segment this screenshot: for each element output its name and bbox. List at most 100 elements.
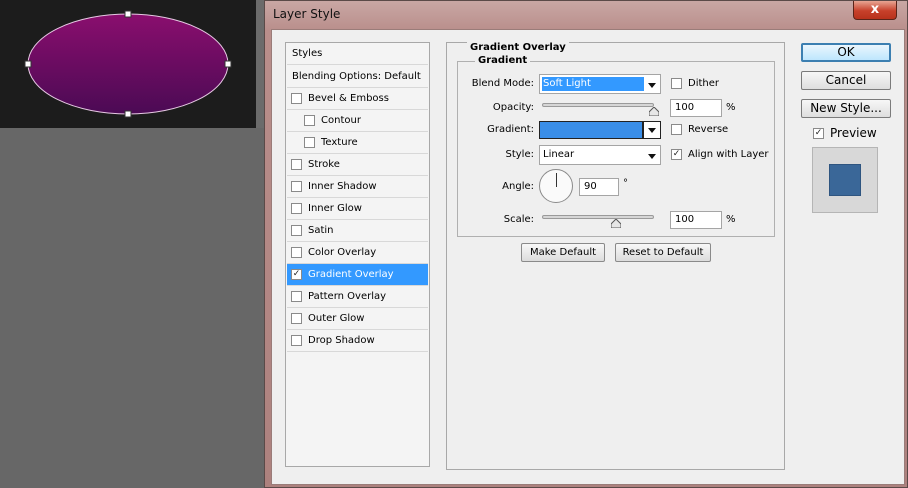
chevron-down-icon	[648, 83, 656, 88]
align-with-layer-box[interactable]: ✓	[671, 149, 682, 160]
cancel-button[interactable]: Cancel	[801, 71, 891, 90]
dither-box[interactable]	[671, 78, 682, 89]
style-item-label: Inner Glow	[308, 203, 362, 214]
style-item-inner-glow[interactable]: Inner Glow	[287, 198, 428, 220]
style-item-label: Bevel & Emboss	[308, 93, 389, 104]
style-item-label: Outer Glow	[308, 313, 365, 324]
make-default-button[interactable]: Make Default	[521, 243, 605, 262]
style-item-contour[interactable]: Contour	[287, 110, 428, 132]
style-label: Style:	[505, 149, 535, 160]
dither-checkbox[interactable]: Dither	[671, 78, 719, 89]
transform-handle-top	[124, 10, 132, 18]
angle-dial[interactable]	[539, 169, 573, 203]
preview-box[interactable]: ✓	[813, 127, 824, 139]
style-item-label: Stroke	[308, 159, 340, 170]
style-item-satin[interactable]: Satin	[287, 220, 428, 242]
style-preview	[812, 147, 878, 213]
styles-header[interactable]: Styles	[287, 43, 428, 65]
style-item-checkbox[interactable]	[291, 225, 302, 236]
style-item-pattern-overlay[interactable]: Pattern Overlay	[287, 286, 428, 308]
style-item-checkbox[interactable]	[291, 335, 302, 346]
reverse-checkbox[interactable]: Reverse	[671, 124, 728, 135]
style-value: Linear	[543, 149, 575, 160]
scale-slider[interactable]	[542, 215, 654, 219]
style-item-gradient-overlay[interactable]: ✓ Gradient Overlay	[287, 264, 428, 286]
transform-handle-bottom	[124, 110, 132, 118]
preview-label: Preview	[830, 126, 877, 140]
styles-list: Styles Blending Options: Default Bevel &…	[285, 42, 430, 467]
style-item-bevel-emboss[interactable]: Bevel & Emboss	[287, 88, 428, 110]
style-item-label: Contour	[321, 115, 361, 126]
gradient-label: Gradient:	[487, 124, 534, 135]
style-item-checkbox[interactable]	[291, 93, 302, 104]
group-title: Gradient	[475, 55, 531, 66]
gradient-overlay-panel: Gradient Overlay Gradient Blend Mode: So…	[446, 42, 785, 470]
style-item-checkbox[interactable]	[291, 181, 302, 192]
style-item-inner-shadow[interactable]: Inner Shadow	[287, 176, 428, 198]
angle-unit: °	[623, 178, 628, 189]
chevron-down-icon	[648, 128, 656, 133]
transform-handle-right	[224, 60, 232, 68]
preview-checkbox[interactable]: ✓ Preview	[813, 126, 877, 140]
style-item-label: Satin	[308, 225, 334, 236]
align-with-layer-checkbox[interactable]: ✓ Align with Layer	[671, 149, 769, 160]
style-item-label: Color Overlay	[308, 247, 377, 258]
angle-input[interactable]: 90	[579, 178, 619, 196]
opacity-slider-thumb[interactable]	[649, 107, 659, 116]
opacity-unit: %	[726, 102, 736, 113]
style-item-checkbox[interactable]	[291, 159, 302, 170]
style-item-stroke[interactable]: Stroke	[287, 154, 428, 176]
styles-header-label: Styles	[292, 48, 323, 59]
style-item-label: Drop Shadow	[308, 335, 375, 346]
blending-options-item[interactable]: Blending Options: Default	[287, 66, 428, 88]
style-item-label: Gradient Overlay	[308, 269, 394, 280]
document-canvas[interactable]	[0, 0, 256, 128]
preview-swatch	[829, 164, 861, 196]
style-item-checkbox[interactable]	[291, 291, 302, 302]
ok-button[interactable]: OK	[801, 43, 891, 62]
style-item-checkbox[interactable]	[291, 203, 302, 214]
opacity-label: Opacity:	[492, 102, 534, 113]
ellipse-shape[interactable]	[0, 0, 256, 128]
angle-label: Angle:	[502, 181, 534, 192]
new-style-button[interactable]: New Style...	[801, 99, 891, 118]
angle-dial-needle	[556, 173, 557, 187]
style-item-label: Texture	[321, 137, 358, 148]
style-item-drop-shadow[interactable]: Drop Shadow	[287, 330, 428, 352]
reverse-box[interactable]	[671, 124, 682, 135]
blend-mode-label: Blend Mode:	[471, 78, 534, 89]
dither-label: Dither	[688, 78, 720, 89]
layer-style-dialog: Layer Style x Styles Blending Options: D…	[264, 0, 908, 488]
style-item-checkbox[interactable]: ✓	[291, 269, 302, 280]
blending-options-label: Blending Options: Default	[292, 71, 421, 82]
opacity-slider[interactable]	[542, 103, 654, 107]
gradient-picker[interactable]	[539, 121, 643, 139]
section-title: Gradient Overlay	[467, 42, 569, 53]
style-item-label: Inner Shadow	[308, 181, 377, 192]
style-item-label: Pattern Overlay	[308, 291, 387, 302]
scale-slider-thumb[interactable]	[611, 219, 622, 228]
align-with-layer-label: Align with Layer	[688, 149, 769, 160]
opacity-input[interactable]: 100	[670, 99, 722, 117]
blend-mode-dropdown[interactable]: Soft Light	[539, 74, 661, 94]
scale-unit: %	[726, 214, 736, 225]
style-item-checkbox[interactable]	[304, 137, 315, 148]
dialog-client: Styles Blending Options: Default Bevel &…	[271, 29, 905, 485]
reset-to-default-button[interactable]: Reset to Default	[615, 243, 711, 262]
scale-label: Scale:	[503, 214, 534, 225]
style-item-outer-glow[interactable]: Outer Glow	[287, 308, 428, 330]
close-button[interactable]: x	[853, 1, 897, 20]
style-item-checkbox[interactable]	[304, 115, 315, 126]
reverse-label: Reverse	[688, 124, 729, 135]
scale-input[interactable]: 100	[670, 211, 722, 229]
style-item-checkbox[interactable]	[291, 313, 302, 324]
transform-handle-left	[24, 60, 32, 68]
gradient-dropdown[interactable]	[643, 121, 661, 139]
chevron-down-icon	[648, 154, 656, 159]
style-item-texture[interactable]: Texture	[287, 132, 428, 154]
style-item-checkbox[interactable]	[291, 247, 302, 258]
style-item-color-overlay[interactable]: Color Overlay	[287, 242, 428, 264]
style-dropdown[interactable]: Linear	[539, 145, 661, 165]
blend-mode-value: Soft Light	[542, 77, 644, 91]
dialog-title: Layer Style	[273, 7, 341, 21]
